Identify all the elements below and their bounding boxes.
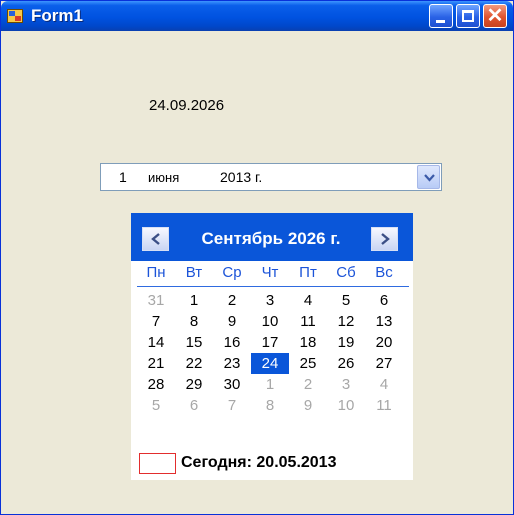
maximize-button[interactable] xyxy=(456,4,480,28)
calendar-day[interactable]: 7 xyxy=(213,395,251,416)
calendar-day[interactable]: 6 xyxy=(175,395,213,416)
calendar-day[interactable]: 9 xyxy=(213,311,251,332)
weekday-label: Пт xyxy=(299,264,317,281)
picker-year[interactable]: 2013 г. xyxy=(220,169,262,185)
calendar-day-selected[interactable]: 24 xyxy=(251,353,289,374)
calendar-day[interactable]: 27 xyxy=(365,353,403,374)
picker-day[interactable]: 1 xyxy=(119,169,127,185)
weekday-label: Пн xyxy=(146,264,166,281)
calendar-day[interactable]: 31 xyxy=(137,290,175,311)
calendar-day[interactable]: 8 xyxy=(175,311,213,332)
calendar-day[interactable]: 26 xyxy=(327,353,365,374)
calendar-day[interactable]: 18 xyxy=(289,332,327,353)
minimize-button[interactable] xyxy=(429,4,453,28)
calendar-day[interactable]: 17 xyxy=(251,332,289,353)
form-icon[interactable] xyxy=(7,9,23,23)
calendar-day[interactable]: 20 xyxy=(365,332,403,353)
calendar-day[interactable]: 28 xyxy=(137,374,175,395)
minimize-icon xyxy=(436,20,445,23)
weekday-label: Сб xyxy=(336,264,356,281)
chevron-left-icon xyxy=(151,233,160,245)
weekday-label: Вс xyxy=(375,264,393,281)
calendar-day[interactable]: 4 xyxy=(365,374,403,395)
calendar-day[interactable]: 21 xyxy=(137,353,175,374)
date-picker[interactable]: 1 июня 2013 г. xyxy=(100,163,442,191)
calendar-header: Сентябрь 2026 г. xyxy=(131,213,413,261)
calendar-day[interactable]: 1 xyxy=(251,374,289,395)
calendar-day[interactable]: 16 xyxy=(213,332,251,353)
month-calendar: Сентябрь 2026 г. Пн Вт Ср Чт Пт Сб Вс 31 1 2 3 4 5 6… xyxy=(131,213,413,480)
today-marker[interactable] xyxy=(139,453,176,474)
calendar-month-title[interactable]: Сентябрь 2026 г. xyxy=(175,229,367,249)
calendar-day[interactable]: 5 xyxy=(137,395,175,416)
calendar-day[interactable]: 7 xyxy=(137,311,175,332)
calendar-day[interactable]: 3 xyxy=(327,374,365,395)
calendar-day[interactable]: 23 xyxy=(213,353,251,374)
picker-month[interactable]: июня xyxy=(148,170,179,185)
weekday-header-row: Пн Вт Ср Чт Пт Сб Вс xyxy=(137,264,409,287)
calendar-day[interactable]: 14 xyxy=(137,332,175,353)
prev-month-button[interactable] xyxy=(142,227,169,251)
calendar-day[interactable]: 2 xyxy=(213,290,251,311)
calendar-day[interactable]: 3 xyxy=(251,290,289,311)
weekday-label: Ср xyxy=(222,264,242,281)
maximize-icon xyxy=(462,10,474,22)
calendar-day[interactable]: 8 xyxy=(251,395,289,416)
calendar-day[interactable]: 29 xyxy=(175,374,213,395)
calendar-day[interactable]: 5 xyxy=(327,290,365,311)
today-label[interactable]: Сегодня: 20.05.2013 xyxy=(181,454,336,472)
calendar-day[interactable]: 9 xyxy=(289,395,327,416)
calendar-day[interactable]: 6 xyxy=(365,290,403,311)
close-icon: ✕ xyxy=(486,5,504,27)
calendar-day[interactable]: 25 xyxy=(289,353,327,374)
calendar-day[interactable]: 11 xyxy=(365,395,403,416)
calendar-day[interactable]: 10 xyxy=(251,311,289,332)
weekday-label: Чт xyxy=(261,264,279,281)
window-title: Form1 xyxy=(31,6,83,25)
calendar-day[interactable]: 19 xyxy=(327,332,365,353)
calendar-day[interactable]: 30 xyxy=(213,374,251,395)
date-label: 24.09.2026 xyxy=(149,97,225,114)
calendar-day[interactable]: 12 xyxy=(327,311,365,332)
form1-window: Form1 ✕ 24.09.2026 1 июня 2013 г. Сентяб… xyxy=(0,0,514,515)
title-bar[interactable]: Form1 ✕ xyxy=(1,1,513,31)
weekday-label: Вт xyxy=(185,264,203,281)
calendar-day[interactable]: 10 xyxy=(327,395,365,416)
calendar-day[interactable]: 15 xyxy=(175,332,213,353)
calendar-day[interactable]: 1 xyxy=(175,290,213,311)
calendar-day[interactable]: 4 xyxy=(289,290,327,311)
next-month-button[interactable] xyxy=(371,227,398,251)
calendar-day[interactable]: 11 xyxy=(289,311,327,332)
chevron-down-icon xyxy=(424,174,435,182)
calendar-day[interactable]: 13 xyxy=(365,311,403,332)
calendar-day[interactable]: 2 xyxy=(289,374,327,395)
dropdown-button[interactable] xyxy=(417,165,440,189)
close-button[interactable]: ✕ xyxy=(483,4,507,28)
calendar-day[interactable]: 22 xyxy=(175,353,213,374)
chevron-right-icon xyxy=(381,233,390,245)
